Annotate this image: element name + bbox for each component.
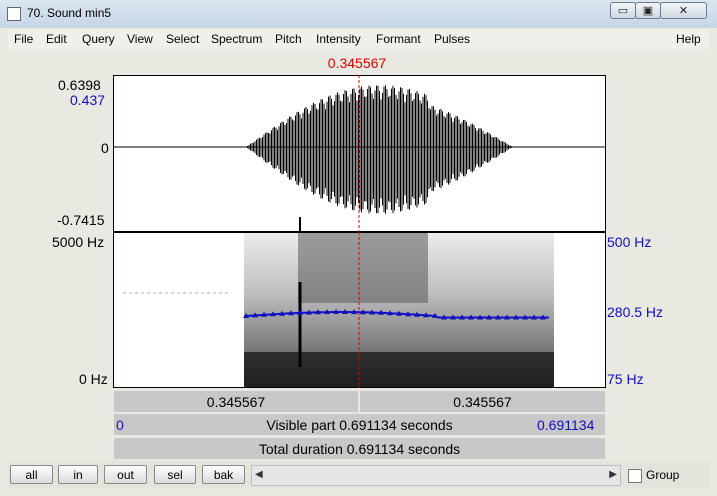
spectrogram-bottom-freq: 0 Hz	[79, 371, 108, 387]
menu-select[interactable]: Select	[166, 32, 199, 46]
waveform-zero-label: 0	[101, 140, 109, 156]
minimize-button[interactable]: ▭	[610, 2, 636, 19]
pitch-mid-label: 280.5 Hz	[607, 304, 664, 320]
pitch-bottom-label: 75 Hz	[607, 371, 644, 387]
zoom-out-button[interactable]: out	[104, 465, 147, 484]
sound-editor-window: 70. Sound min5 ▭ ▣ ✕ File Edit Query Vie…	[0, 0, 717, 496]
spectrogram-top-freq: 5000 Hz	[52, 234, 105, 250]
spectrogram-formant-band	[298, 233, 428, 303]
scroll-left-icon[interactable]: ◀	[255, 469, 263, 480]
right-selection-bar[interactable]: 0.345567	[359, 390, 606, 413]
waveform-max-label: 0.6398	[58, 77, 101, 93]
menu-pulses[interactable]: Pulses	[434, 32, 470, 46]
maximize-button[interactable]: ▣	[635, 2, 661, 19]
spectrogram-svg	[113, 232, 606, 388]
menu-help[interactable]: Help	[676, 32, 701, 46]
cursor-time-label: 0.345567	[327, 55, 387, 71]
visible-part-text: Visible part 0.691134 seconds	[266, 416, 453, 433]
menu-edit[interactable]: Edit	[46, 32, 67, 46]
menu-pitch[interactable]: Pitch	[275, 32, 302, 46]
menu-file[interactable]: File	[14, 32, 33, 46]
waveform-min-label: -0.7415	[57, 212, 105, 228]
group-label: Group	[646, 468, 680, 482]
time-scrollbar[interactable]: ◀ ▶	[251, 465, 621, 486]
menu-formant[interactable]: Formant	[376, 32, 421, 46]
visible-start-label: 0	[116, 417, 124, 433]
waveform-panel[interactable]	[113, 75, 606, 232]
menu-bar: File Edit Query View Select Spectrum Pit…	[8, 29, 709, 49]
title-bar: 70. Sound min5 ▭ ▣ ✕	[0, 0, 717, 28]
all-button[interactable]: all	[10, 465, 53, 484]
waveform-level-label: 0.437	[70, 92, 106, 108]
menu-query[interactable]: Query	[82, 32, 115, 46]
spectrogram-panel[interactable]	[113, 232, 606, 388]
menu-spectrum[interactable]: Spectrum	[211, 32, 262, 46]
menu-intensity[interactable]: Intensity	[316, 32, 361, 46]
visible-part-bar[interactable]: Visible part 0.691134 seconds	[113, 413, 606, 436]
menu-view[interactable]: View	[127, 32, 153, 46]
scroll-right-icon[interactable]: ▶	[609, 469, 617, 480]
total-duration-bar[interactable]: Total duration 0.691134 seconds	[113, 437, 606, 460]
left-selection-bar[interactable]: 0.345567	[113, 390, 359, 413]
spectrogram-low-band	[244, 352, 554, 387]
zoom-back-button[interactable]: bak	[202, 465, 245, 484]
visible-end-label: 0.691134	[537, 417, 595, 433]
waveform-svg	[113, 75, 606, 232]
pitch-top-label: 500 Hz	[607, 234, 652, 250]
window-title: 70. Sound min5	[27, 6, 112, 20]
zoom-in-button[interactable]: in	[58, 465, 98, 484]
zoom-selection-button[interactable]: sel	[154, 465, 196, 484]
close-button[interactable]: ✕	[660, 2, 707, 19]
group-checkbox[interactable]	[628, 469, 642, 483]
app-icon	[7, 7, 21, 21]
